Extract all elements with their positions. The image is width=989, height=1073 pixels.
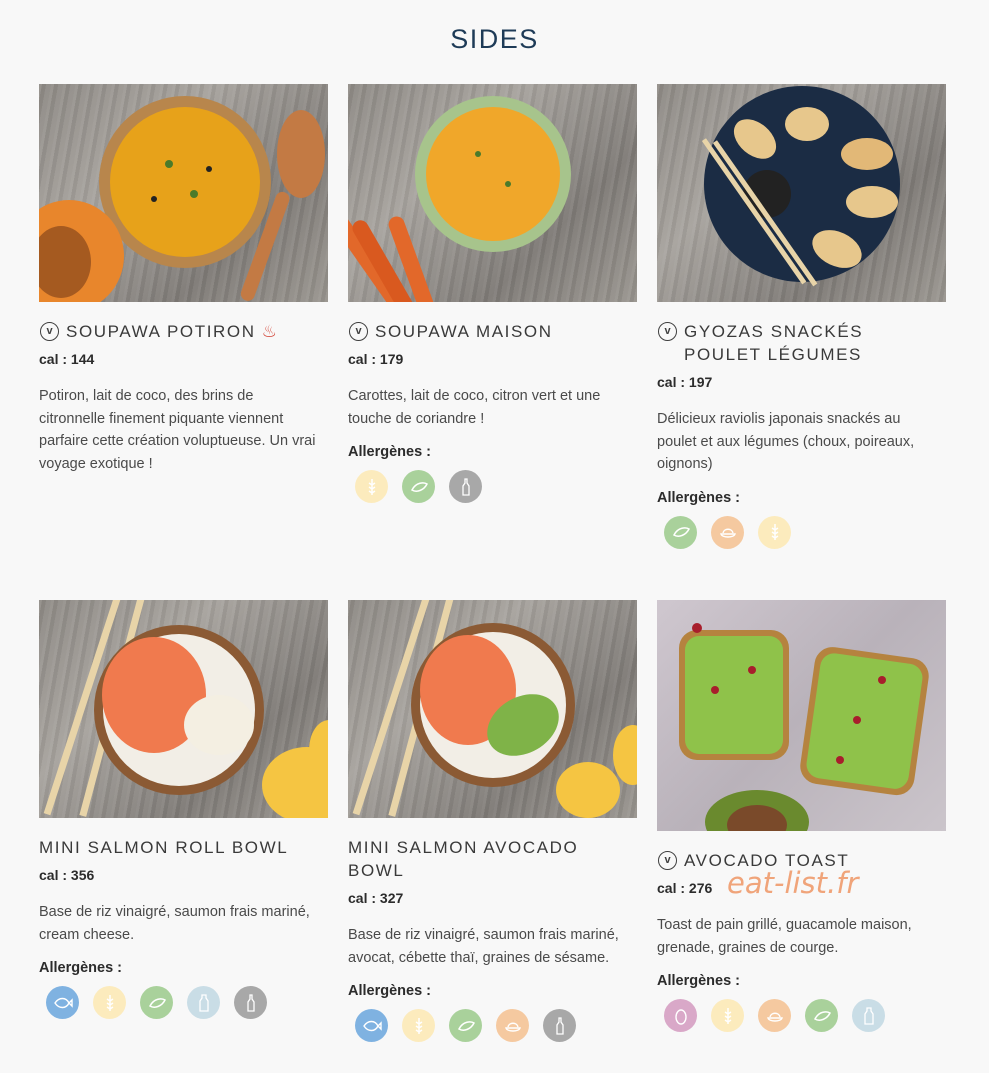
mustard-bottle-icon[interactable] (543, 1009, 576, 1042)
celery-icon[interactable] (449, 1009, 482, 1042)
gluten-icon[interactable] (758, 515, 791, 549)
menu-card-mini-salmon-avocado-bowl[interactable]: MINI SALMON AVOCADO BOWL cal : 327 Base … (348, 600, 637, 1042)
dish-description: Délicieux raviolis japonais snackés au p… (657, 411, 915, 472)
allergen-list (657, 999, 946, 1032)
menu-card-soupawa-potiron[interactable]: v SOUPAWA POTIRON ♨ cal : 144 Potiron, la… (39, 84, 328, 475)
celery-icon[interactable] (140, 986, 173, 1019)
allergens-title: Allergènes : (657, 973, 740, 989)
milk-icon[interactable] (852, 999, 885, 1032)
avocado-toast-illustration (679, 623, 929, 831)
allergen-list (348, 1009, 637, 1042)
menu-card-gyozas[interactable]: v GYOZAS SNACKÉS POULET LÉGUMES cal : 19… (657, 84, 946, 549)
page-title: SIDES (450, 24, 539, 54)
dish-photo[interactable] (39, 84, 328, 302)
gluten-icon[interactable] (711, 999, 744, 1032)
allergens-title: Allergènes : (657, 489, 740, 506)
vegetarian-icon: v (658, 851, 677, 870)
allergens-title: Allergènes : (348, 444, 431, 460)
vegetarian-icon: v (40, 322, 59, 341)
dish-photo[interactable] (348, 600, 637, 818)
vegetarian-icon: v (658, 322, 677, 341)
calories: cal : 197 (657, 374, 713, 390)
soy-icon[interactable] (711, 515, 744, 549)
dish-photo[interactable] (657, 600, 946, 831)
dish-photo[interactable] (39, 600, 328, 818)
mustard-bottle-icon[interactable] (449, 470, 482, 503)
dish-photo[interactable] (348, 84, 637, 302)
egg-icon[interactable] (664, 999, 697, 1032)
allergen-list (348, 470, 637, 503)
hot-dish-icon: ♨ (261, 322, 279, 341)
dish-name: SOUPAWA MAISON (375, 322, 553, 341)
pumpkin-soup-illustration (39, 96, 325, 302)
allergens-title: Allergènes : (39, 960, 122, 976)
calories: cal : 327 (348, 890, 404, 906)
carrot-soup-illustration (348, 96, 571, 302)
calories: cal : 179 (348, 351, 404, 367)
gyozas-illustration (701, 86, 900, 287)
celery-icon[interactable] (805, 999, 838, 1032)
vegetarian-icon: v (349, 322, 368, 341)
dish-name: SOUPAWA POTIRON ♨ (66, 322, 279, 341)
allergen-list (657, 515, 946, 549)
dish-photo[interactable] (657, 84, 946, 302)
gluten-icon[interactable] (93, 986, 126, 1019)
gluten-icon[interactable] (355, 470, 388, 503)
dish-description: Toast de pain grillé, guacamole maison, … (657, 917, 912, 956)
allergen-list (39, 986, 328, 1019)
mustard-bottle-icon[interactable] (234, 986, 267, 1019)
menu-card-avocado-toast[interactable]: v AVOCADO TOAST cal : 276 Toast de pain … (657, 600, 946, 1032)
calories: cal : 144 (39, 351, 95, 367)
fish-icon[interactable] (46, 986, 79, 1019)
soy-icon[interactable] (496, 1009, 529, 1042)
celery-icon[interactable] (402, 470, 435, 503)
dish-description: Base de riz vinaigré, saumon frais marin… (39, 904, 310, 943)
gluten-icon[interactable] (402, 1009, 435, 1042)
calories: cal : 356 (39, 867, 95, 883)
dish-name: MINI SALMON AVOCADO BOWL (348, 838, 579, 880)
celery-icon[interactable] (664, 515, 697, 549)
dish-description: Carottes, lait de coco, citron vert et u… (348, 388, 601, 427)
menu-card-mini-salmon-roll-bowl[interactable]: MINI SALMON ROLL BOWL cal : 356 Base de … (39, 600, 328, 1019)
salmon-avocado-bowl-illustration (352, 600, 637, 818)
watermark: eat-list.fr (727, 866, 859, 900)
allergens-title: Allergènes : (348, 983, 431, 999)
soy-icon[interactable] (758, 999, 791, 1032)
menu-card-soupawa-maison[interactable]: v SOUPAWA MAISON cal : 179 Carottes, lai… (348, 84, 637, 503)
dish-description: Potiron, lait de coco, des brins de citr… (39, 388, 316, 472)
dish-name: GYOZAS SNACKÉS POULET LÉGUMES (684, 322, 864, 364)
fish-icon[interactable] (355, 1009, 388, 1042)
milk-icon[interactable] (187, 986, 220, 1019)
dish-description: Base de riz vinaigré, saumon frais marin… (348, 927, 619, 966)
dish-name: MINI SALMON ROLL BOWL (39, 838, 289, 857)
salmon-bowl-illustration (43, 600, 328, 818)
